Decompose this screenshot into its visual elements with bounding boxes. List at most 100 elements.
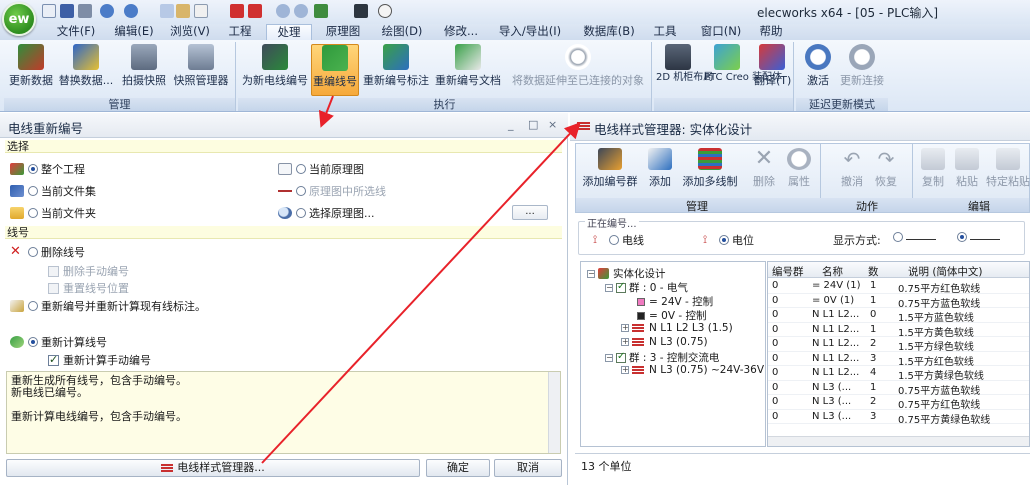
tree-group-0[interactable]: − 群 : 0 - 电气	[605, 280, 688, 295]
horizontal-scrollbar[interactable]	[768, 436, 1029, 446]
expand-icon[interactable]: +	[621, 338, 629, 346]
table-row[interactable]: 0N L3 (... 2 0.75平方红色软线	[768, 395, 1029, 411]
radio-button[interactable]	[609, 235, 619, 245]
activate-button[interactable]: 激活	[800, 44, 836, 96]
delete-numbers-option[interactable]: ✕ 删除线号	[10, 244, 85, 260]
renumber-recalculate-option[interactable]: 重新编号并重新计算现有线标注。	[10, 298, 206, 314]
move-left-icon[interactable]	[230, 4, 244, 18]
undo-icon[interactable]	[100, 4, 114, 18]
table-row[interactable]: 0 = 24V (1) 1 0.75平方红色软线	[768, 279, 1029, 295]
table-row[interactable]: 0N L3 (... 1 0.75平方蓝色软线	[768, 381, 1029, 397]
scope-select-schematic[interactable]: 选择原理图...	[278, 205, 375, 221]
close-icon[interactable]: ×	[548, 118, 557, 131]
tree-item[interactable]: + N L3 (0.75) ~24V-36V	[621, 364, 764, 376]
wire-style-manager-button[interactable]: 电线样式管理器...	[6, 459, 420, 477]
mode-potential-option[interactable]: ⟟ 电位	[703, 232, 754, 248]
table-row[interactable]: 0N L1 L2... 0 1.5平方蓝色软线	[768, 308, 1029, 324]
pan-icon[interactable]	[314, 4, 328, 18]
copy-button[interactable]: 复制	[920, 144, 946, 196]
scope-current-folder[interactable]: 当前文件夹	[10, 205, 96, 221]
scrollbar[interactable]	[548, 372, 560, 453]
tab-file[interactable]: 文件(F)	[52, 24, 100, 40]
column-header[interactable]: 编号群	[772, 264, 804, 279]
update-data-button[interactable]: 更新数据	[6, 44, 56, 96]
tab-process[interactable]: 处理	[266, 24, 312, 40]
scope-whole-project[interactable]: 整个工程	[10, 161, 85, 177]
scope-current-bundle[interactable]: 当前文件集	[10, 183, 96, 199]
collapse-icon[interactable]: −	[605, 353, 613, 362]
translate-button[interactable]: 翻译(T)	[754, 44, 791, 96]
radio-button[interactable]	[28, 208, 38, 218]
checkbox[interactable]	[616, 351, 626, 363]
tree-item[interactable]: = 0V - 控制	[637, 308, 706, 323]
tab-modify[interactable]: 修改...	[438, 24, 484, 40]
renumber-marks-button[interactable]: 重新编号标注	[361, 44, 431, 96]
zoom-out-icon[interactable]	[294, 4, 308, 18]
save-icon[interactable]	[60, 4, 74, 18]
checkbox[interactable]	[48, 353, 59, 366]
maximize-icon[interactable]: □	[528, 118, 538, 131]
cancel-button[interactable]: 取消	[494, 459, 562, 477]
table-row[interactable]: 0N L1 L2... 1 1.5平方黄色软线	[768, 323, 1029, 339]
tab-project[interactable]: 工程	[222, 24, 258, 40]
tree-group-3[interactable]: − 群 : 3 - 控制交流电	[605, 350, 719, 365]
mode-wire-option[interactable]: ⟟ 电线	[593, 232, 644, 248]
radio-button[interactable]	[28, 186, 38, 196]
delete-manual-checkbox[interactable]: 删除手动编号	[48, 263, 129, 279]
tab-window[interactable]: 窗口(N)	[696, 24, 746, 40]
add-number-group-button[interactable]: 添加编号群	[580, 144, 640, 196]
update-connections-button[interactable]: 更新连接	[838, 44, 886, 96]
tab-draw[interactable]: 绘图(D)	[374, 24, 430, 40]
snapshot-manager-button[interactable]: 快照管理器	[170, 44, 232, 96]
print-icon[interactable]	[78, 4, 92, 18]
radio-button[interactable]	[28, 301, 38, 311]
properties-button[interactable]: 属性	[784, 144, 814, 196]
radio-button[interactable]	[893, 232, 903, 242]
expand-icon[interactable]: +	[621, 324, 629, 332]
minimize-icon[interactable]: _	[508, 118, 514, 131]
tab-import-export[interactable]: 导入/导出(I)	[494, 24, 566, 40]
add-multiwire-button[interactable]: 添加多线制	[680, 144, 740, 196]
copy-icon[interactable]	[160, 4, 174, 18]
number-new-wires-button[interactable]: 为新电线编号	[240, 44, 310, 96]
radio-button[interactable]	[296, 164, 306, 174]
collapse-icon[interactable]: −	[587, 269, 595, 278]
display-mode-option-1[interactable]	[893, 232, 936, 242]
table-row[interactable]: 0N L1 L2... 3 1.5平方红色软线	[768, 352, 1029, 368]
radio-button[interactable]	[296, 186, 306, 196]
recalc-manual-checkbox[interactable]: 重新计算手动编号	[48, 352, 151, 368]
timer-icon[interactable]	[378, 4, 392, 18]
delete-button[interactable]: ✕ 删除	[750, 144, 778, 196]
radio-button[interactable]	[719, 235, 729, 245]
scope-current-schematic[interactable]: 当前原理图	[278, 161, 364, 177]
table-row[interactable]: 0N L1 L2... 2 1.5平方绿色软线	[768, 337, 1029, 353]
document-icon[interactable]	[194, 4, 208, 18]
app-logo[interactable]: ew	[2, 2, 36, 36]
radio-button[interactable]	[28, 247, 38, 257]
undo-button[interactable]: ↶ 撤消	[838, 144, 866, 196]
zoom-in-icon[interactable]	[276, 4, 290, 18]
renumber-documents-button[interactable]: 重新编号文档	[433, 44, 503, 96]
add-button[interactable]: 添加	[646, 144, 674, 196]
paste-special-button[interactable]: 特定粘贴	[986, 144, 1030, 196]
ok-button[interactable]: 确定	[426, 459, 490, 477]
checkbox[interactable]	[48, 282, 59, 294]
table-row[interactable]: 0 N L3 (... 3 0.75平方黄绿色软线	[768, 410, 1029, 426]
column-header[interactable]: 说明 (简体中文)	[908, 264, 983, 279]
take-snapshot-button[interactable]: 拍摄快照	[120, 44, 168, 96]
radio-button[interactable]	[28, 337, 38, 347]
table-row[interactable]: 0N L1 L2... 4 1.5平方黄绿色软线	[768, 366, 1029, 382]
paste-button[interactable]: 粘贴	[954, 144, 980, 196]
redo-button[interactable]: ↷ 恢复	[872, 144, 900, 196]
browse-button[interactable]: ...	[512, 205, 548, 220]
tree-item[interactable]: + N L3 (0.75)	[621, 336, 708, 348]
renumber-wires-button[interactable]: 重编线号	[311, 44, 359, 96]
tab-view[interactable]: 浏览(V)	[166, 24, 214, 40]
tab-edit[interactable]: 编辑(E)	[110, 24, 158, 40]
move-right-icon[interactable]	[248, 4, 262, 18]
tree-root[interactable]: − 实体化设计	[587, 266, 666, 281]
radio-button[interactable]	[28, 164, 38, 174]
radio-button[interactable]	[296, 208, 306, 218]
display-mode-option-2[interactable]	[957, 232, 1000, 242]
cabinet-layout-button[interactable]: 2D 机柜布局	[656, 44, 713, 96]
